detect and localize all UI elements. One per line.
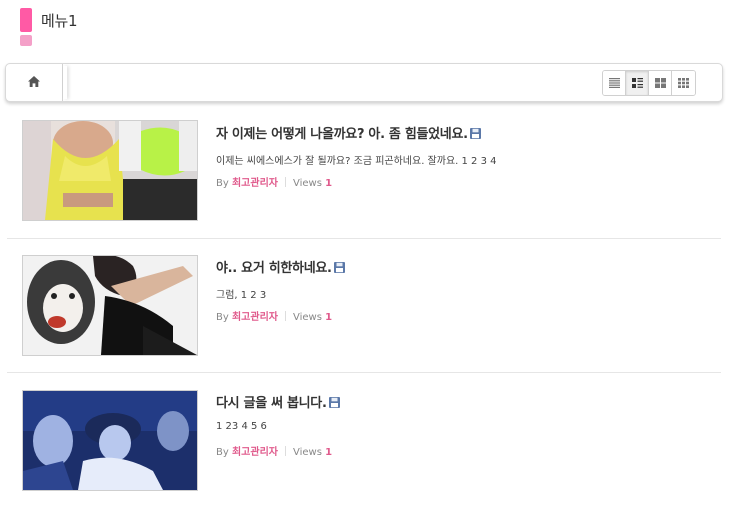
post-item: 다시 글을 써 봅니다. 1 23 4 5 6 By 최고관리자 Views 1 xyxy=(7,373,721,507)
post-summary: 그럼, 1 2 3 xyxy=(216,290,267,301)
floppy-disk-icon xyxy=(328,397,340,408)
grid-view-icon xyxy=(678,78,689,88)
post-thumbnail[interactable] xyxy=(22,390,198,491)
gallery-view-icon xyxy=(655,78,666,88)
post-item: 야.. 요거 히한하네요. 그럼, 1 2 3 By 최고관리자 Views 1 xyxy=(7,239,721,373)
board-toolbar xyxy=(5,63,723,102)
post-summary: 1 23 4 5 6 xyxy=(216,421,267,432)
logo-mark xyxy=(20,8,32,46)
views-count: 1 xyxy=(325,178,333,189)
webzine-view-icon xyxy=(632,78,643,88)
by-label: By xyxy=(216,178,229,189)
post-author[interactable]: 최고관리자 xyxy=(232,178,278,189)
views-label: Views xyxy=(292,447,322,458)
post-title-text: 자 이제는 어떻게 나올까요? 아. 좀 힘들었네요. xyxy=(216,127,468,142)
post-thumbnail-image xyxy=(23,391,197,490)
views-count: 1 xyxy=(325,447,333,458)
post-title-link[interactable]: 자 이제는 어떻게 나올까요? 아. 좀 힘들었네요. xyxy=(216,123,481,142)
by-label: By xyxy=(216,447,229,458)
list-view-button[interactable] xyxy=(603,71,626,95)
post-author[interactable]: 최고관리자 xyxy=(232,312,278,323)
post-title-link[interactable]: 다시 글을 써 봅니다. xyxy=(216,392,340,411)
view-mode-switcher xyxy=(602,70,696,96)
post-summary: 이제는 씨에스에스가 잘 될까요? 조금 피곤하네요. 잘까요. 1 2 3 4 xyxy=(216,156,497,167)
post-thumbnail-image xyxy=(23,121,197,220)
post-author[interactable]: 최고관리자 xyxy=(232,447,278,458)
meta-divider xyxy=(284,311,286,321)
post-meta: By 최고관리자 Views 1 xyxy=(216,174,332,189)
post-title-link[interactable]: 야.. 요거 히한하네요. xyxy=(216,257,345,276)
views-label: Views xyxy=(292,312,322,323)
post-title-text: 야.. 요거 히한하네요. xyxy=(216,261,332,276)
post-title-text: 다시 글을 써 봅니다. xyxy=(216,396,327,411)
webzine-view-button[interactable] xyxy=(626,71,649,95)
meta-divider xyxy=(284,177,286,187)
views-label: Views xyxy=(292,178,322,189)
post-item: 자 이제는 어떻게 나올까요? 아. 좀 힘들었네요. 이제는 씨에스에스가 잘… xyxy=(7,105,721,239)
floppy-disk-icon xyxy=(469,128,481,139)
grid-view-button[interactable] xyxy=(672,71,695,95)
post-meta: By 최고관리자 Views 1 xyxy=(216,308,332,323)
post-thumbnail-image xyxy=(23,256,197,355)
post-meta: By 최고관리자 Views 1 xyxy=(216,443,332,458)
gallery-view-button[interactable] xyxy=(649,71,672,95)
list-view-icon xyxy=(609,78,620,88)
home-icon xyxy=(28,76,40,87)
by-label: By xyxy=(216,312,229,323)
page-title: 메뉴1 xyxy=(41,12,78,30)
home-button[interactable] xyxy=(6,64,63,101)
logo-dot xyxy=(20,35,32,46)
floppy-disk-icon xyxy=(333,262,345,273)
post-thumbnail[interactable] xyxy=(22,255,198,356)
post-thumbnail[interactable] xyxy=(22,120,198,221)
views-count: 1 xyxy=(325,312,333,323)
logo-bar xyxy=(20,8,32,32)
meta-divider xyxy=(284,446,286,456)
